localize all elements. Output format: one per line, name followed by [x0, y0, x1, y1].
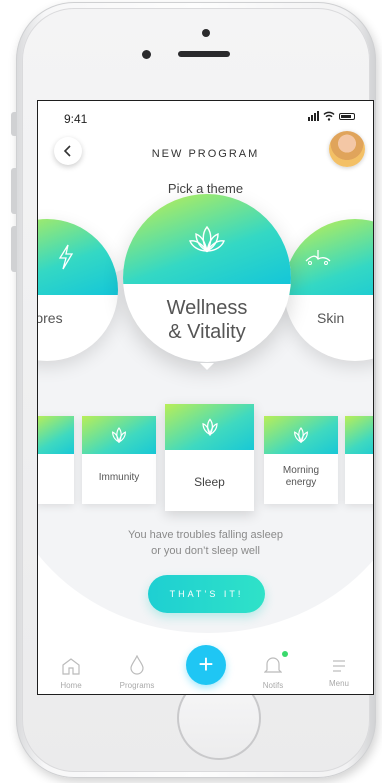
theme-skin-label: Skin — [317, 310, 345, 326]
tab-programs[interactable]: Programs — [107, 649, 167, 690]
skin-icon — [305, 250, 331, 265]
app-screen: 9:41 NEW PROGRAM Pick a theme Sores — [37, 100, 374, 695]
notification-badge — [282, 651, 288, 657]
volume-up-button — [11, 168, 17, 214]
lotus-icon — [112, 427, 126, 444]
tab-home-label: Home — [60, 681, 82, 690]
earpiece-speaker — [178, 51, 230, 57]
status-time: 9:41 — [64, 112, 88, 126]
theme-skin-header — [284, 219, 373, 295]
menu-icon — [333, 660, 345, 672]
subtheme-card-morning-label: Morning energy — [264, 465, 338, 489]
home-icon — [62, 658, 80, 675]
tab-menu-label: Menu — [328, 679, 349, 688]
subtheme-card-sleep[interactable]: Sleep — [165, 404, 254, 511]
subtheme-card-sleep-header — [165, 404, 254, 450]
theme-wellness-label: Wellness & Vitality — [123, 296, 291, 344]
volume-down-button — [11, 226, 17, 272]
theme-description-line2: or you don’t sleep well — [151, 545, 260, 557]
subtheme-card-sleep-label: Sleep — [194, 475, 225, 489]
theme-wellness-header — [123, 194, 291, 284]
tab-programs-label: Programs — [119, 681, 155, 690]
tab-home[interactable]: Home — [41, 649, 101, 690]
proximity-sensor — [142, 50, 151, 59]
lightning-icon — [58, 244, 74, 270]
signal-icon — [308, 111, 319, 121]
subtheme-card-immunity[interactable]: Immunity — [82, 416, 156, 504]
lotus-icon — [201, 418, 218, 436]
subtheme-card-partial-right[interactable] — [345, 416, 373, 504]
add-button[interactable]: + — [186, 645, 226, 685]
theme-wellness-line2: & Vitality — [168, 321, 246, 343]
drop-icon — [130, 654, 144, 675]
confirm-button[interactable]: THAT’S IT! — [148, 575, 265, 613]
selection-pointer — [200, 363, 214, 370]
subtheme-card-partial-left[interactable] — [38, 416, 74, 504]
subtheme-card-partial-right-header — [345, 416, 373, 454]
wifi-icon — [323, 111, 335, 121]
theme-description: You have troubles falling asleep or you … — [38, 527, 373, 559]
subtheme-carousel: Immunity Sleep Morning energy — [38, 401, 373, 511]
front-camera — [202, 29, 210, 37]
subtheme-card-immunity-label: Immunity — [98, 472, 140, 483]
tab-bar: Home Programs + Notifs Menu — [38, 645, 373, 694]
status-icons — [308, 111, 355, 121]
subtheme-card-morning-line2: energy — [285, 477, 317, 488]
subtheme-card-morning-line1: Morning — [282, 465, 320, 476]
theme-sores-label: Sores — [38, 310, 63, 326]
theme-sores-header — [38, 219, 118, 295]
tab-notifs-label: Notifs — [262, 681, 284, 690]
subtheme-card-morning-header — [264, 416, 338, 454]
subtheme-card-immunity-header — [82, 416, 156, 454]
lotus-icon — [294, 427, 308, 444]
tab-menu[interactable]: Menu — [309, 649, 369, 688]
theme-description-line1: You have troubles falling asleep — [128, 529, 283, 541]
theme-wellness-line1: Wellness — [166, 297, 248, 319]
subtheme-card-partial-left-header — [38, 416, 74, 454]
mute-switch — [11, 112, 17, 136]
bell-icon — [263, 657, 283, 673]
subtheme-card-morning-energy[interactable]: Morning energy — [264, 416, 338, 504]
page-title: NEW PROGRAM — [151, 148, 260, 160]
tab-notifs[interactable]: Notifs — [243, 649, 303, 690]
avatar[interactable] — [329, 131, 365, 167]
battery-icon — [339, 112, 355, 120]
theme-wellness-vitality[interactable]: Wellness & Vitality — [123, 194, 291, 362]
lotus-icon — [189, 225, 225, 253]
